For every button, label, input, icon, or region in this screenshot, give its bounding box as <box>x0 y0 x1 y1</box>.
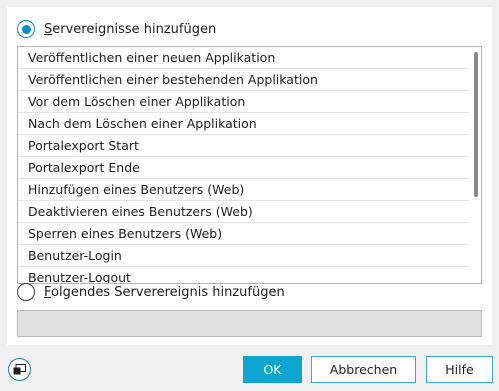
help-button[interactable]: Hilfe <box>426 356 493 383</box>
window-toggle-button[interactable] <box>8 358 31 381</box>
server-events-radio[interactable] <box>17 20 35 38</box>
following-event-label[interactable]: Folgendes Serverereignis hinzufügen <box>44 285 285 300</box>
list-item[interactable]: Benutzer-Login <box>18 245 469 267</box>
list-scrollbar-thumb[interactable] <box>474 52 478 197</box>
server-events-radio-option[interactable]: Servereignisse hinzufügen <box>17 18 216 40</box>
window-icon <box>13 364 26 375</box>
server-event-input[interactable] <box>17 310 482 337</box>
server-events-list[interactable]: Veröffentlichen einer neuen Applikation V… <box>17 46 482 284</box>
list-item[interactable]: Portalexport Ende <box>18 157 469 179</box>
list-item[interactable]: Portalexport Start <box>18 135 469 157</box>
list-item[interactable]: Veröffentlichen einer bestehenden Applik… <box>18 69 469 91</box>
list-item[interactable]: Sperren eines Benutzers (Web) <box>18 223 469 245</box>
list-item[interactable]: Nach dem Löschen einer Applikation <box>18 113 469 135</box>
radio-selected-dot <box>21 24 31 34</box>
list-item[interactable]: Deaktivieren eines Benutzers (Web) <box>18 201 469 223</box>
server-events-label[interactable]: Servereignisse hinzufügen <box>44 22 216 37</box>
following-event-radio[interactable] <box>17 283 35 301</box>
dialog-panel: Servereignisse hinzufügen Veröffentliche… <box>7 7 492 345</box>
list-item[interactable]: Hinzufügen eines Benutzers (Web) <box>18 179 469 201</box>
event-list-items: Veröffentlichen einer neuen Applikation V… <box>18 47 469 283</box>
list-item[interactable]: Vor dem Löschen einer Applikation <box>18 91 469 113</box>
list-item[interactable]: Veröffentlichen einer neuen Applikation <box>18 47 469 69</box>
following-event-radio-option[interactable]: Folgendes Serverereignis hinzufügen <box>17 281 285 303</box>
cancel-button[interactable]: Abbrechen <box>311 356 416 383</box>
ok-button[interactable]: OK <box>243 356 302 383</box>
